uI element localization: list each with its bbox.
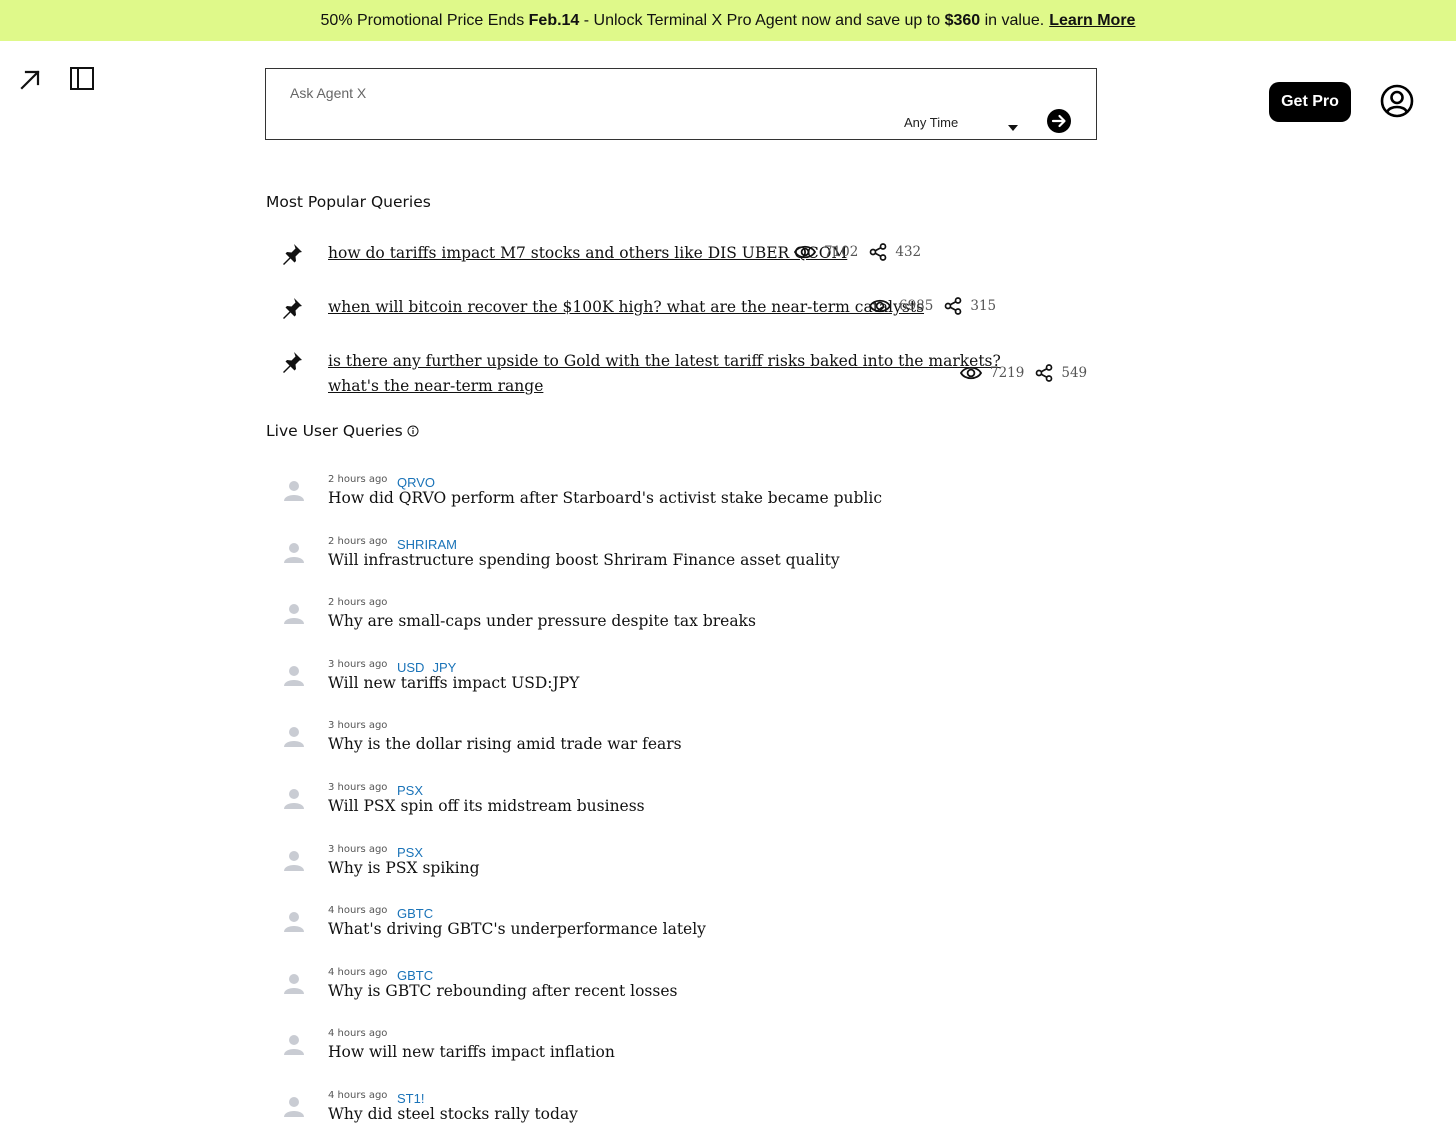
avatar [283, 602, 305, 628]
query-timestamp: 4 hours ago [328, 966, 388, 978]
eye-icon [794, 244, 816, 260]
query-timestamp: 3 hours ago [328, 658, 388, 670]
live-query-text[interactable]: Why did steel stocks rally today [328, 1105, 578, 1123]
query-timestamp: 2 hours ago [328, 474, 388, 485]
ticker-tag[interactable]: GBTC [397, 906, 433, 921]
view-count: 7219 [990, 365, 1025, 381]
ticker-tag[interactable]: PSX [397, 783, 423, 798]
query-timestamp: 4 hours ago [328, 905, 388, 917]
live-query-item[interactable]: 4 hours ago How will new tariffs impact i… [283, 1028, 1083, 1084]
live-query-item[interactable]: 4 hours ago ST1! Why did steel stocks rall… [283, 1090, 1083, 1146]
avatar [283, 725, 305, 751]
avatar [283, 972, 305, 998]
query-stats: 7102 432 [794, 243, 932, 261]
live-query-text[interactable]: Will new tariffs impact USD:JPY [328, 674, 579, 692]
pin-icon [280, 242, 304, 270]
live-section-title: Live User Queries [266, 422, 419, 441]
pin-icon [280, 296, 304, 324]
get-pro-button[interactable]: Get Pro [1269, 82, 1351, 122]
live-query-item[interactable]: 3 hours ago Why is the dollar rising amid… [283, 720, 1083, 776]
popular-query-link[interactable]: when will bitcoin recover the $100K high… [328, 295, 924, 320]
live-query-text[interactable]: How did QRVO perform after Starboard's a… [328, 489, 882, 507]
live-query-text[interactable]: Will PSX spin off its midstream business [328, 797, 645, 815]
avatar [283, 910, 305, 936]
banner-text-3: in value. [980, 11, 1045, 29]
live-query-text[interactable]: Why is the dollar rising amid trade war … [328, 735, 682, 753]
share-icon[interactable] [869, 243, 887, 261]
ticker-tag[interactable]: USD [397, 660, 424, 675]
ticker-tag[interactable]: JPY [432, 660, 456, 675]
popular-query-link[interactable]: is there any further upside to Gold with… [328, 349, 1001, 399]
live-query-text[interactable]: How will new tariffs impact inflation [328, 1043, 615, 1061]
share-icon[interactable] [944, 297, 962, 315]
popular-query-line-1: is there any further upside to Gold with… [328, 352, 1001, 370]
live-query-item[interactable]: 2 hours ago SHRIRAM Will infrastructure sp… [283, 536, 1083, 592]
live-query-item[interactable]: 4 hours ago GBTC Why is GBTC rebounding af… [283, 967, 1083, 1023]
live-query-item[interactable]: 3 hours ago PSX Why is PSX spiking [283, 844, 1083, 900]
avatar [283, 541, 305, 567]
info-icon[interactable] [407, 423, 419, 441]
banner-text-1: 50% Promotional Price Ends [320, 11, 529, 29]
eye-icon [960, 365, 982, 381]
popular-query-link[interactable]: how do tariffs impact M7 stocks and othe… [328, 241, 847, 266]
share-count: 432 [895, 244, 922, 260]
arrow-right-circle-icon [1047, 109, 1071, 133]
pin-icon [280, 350, 304, 378]
view-count: 6985 [899, 298, 934, 314]
live-query-item[interactable]: 2 hours ago QRVO How did QRVO perform afte… [283, 474, 1083, 530]
banner-amount: $360 [944, 11, 981, 29]
promo-banner: 50% Promotional Price Ends Feb.14 - Unlo… [0, 0, 1456, 41]
avatar [283, 787, 305, 813]
ticker-tag[interactable]: PSX [397, 845, 423, 860]
time-filter-select[interactable]: Any Time [904, 111, 1022, 133]
search-box: Any Time [265, 68, 1097, 140]
avatar [283, 849, 305, 875]
live-query-text[interactable]: What's driving GBTC's underperformance l… [328, 920, 706, 938]
live-query-text[interactable]: Will infrastructure spending boost Shrir… [328, 551, 840, 569]
banner-date: Feb.14 [528, 11, 580, 29]
ticker-tag[interactable]: SHRIRAM [397, 537, 457, 552]
query-timestamp: 2 hours ago [328, 535, 388, 547]
query-timestamp: 3 hours ago [328, 782, 388, 793]
avatar [283, 1033, 305, 1059]
popular-section-title: Most Popular Queries [266, 193, 431, 211]
learn-more-link[interactable]: Learn More [1049, 12, 1135, 30]
live-section-label: Live User Queries [266, 422, 403, 440]
avatar [283, 664, 305, 690]
live-query-item[interactable]: 4 hours ago GBTC What's driving GBTC's und… [283, 905, 1083, 961]
query-timestamp: 3 hours ago [328, 843, 388, 855]
query-stats: 7219 549 [960, 364, 1098, 382]
query-timestamp: 4 hours ago [328, 1090, 388, 1101]
query-timestamp: 3 hours ago [328, 720, 388, 732]
ticker-tag[interactable]: GBTC [397, 968, 433, 983]
query-timestamp: 4 hours ago [328, 1028, 388, 1040]
submit-button[interactable] [1047, 109, 1071, 137]
popular-query-line-2: what's the near-term range [328, 377, 544, 395]
avatar [283, 1095, 305, 1121]
query-timestamp: 2 hours ago [328, 597, 388, 609]
sidebar-toggle-icon[interactable] [69, 66, 95, 92]
share-count: 315 [970, 298, 997, 314]
query-stats: 6985 315 [869, 297, 1007, 315]
live-query-item[interactable]: 2 hours ago Why are small-caps under pres… [283, 597, 1083, 653]
ticker-tag[interactable]: QRVO [397, 475, 435, 490]
ticker-tag[interactable]: ST1! [397, 1091, 424, 1106]
banner-text-2: - Unlock Terminal X Pro Agent now and sa… [579, 11, 945, 29]
arrow-up-right-icon[interactable] [18, 68, 42, 92]
search-input[interactable] [288, 81, 852, 105]
share-count: 549 [1061, 365, 1088, 381]
time-filter-label: Any Time [904, 114, 959, 130]
live-query-text[interactable]: Why are small-caps under pressure despit… [328, 612, 756, 630]
live-query-item[interactable]: 3 hours ago USD JPY Will new tariffs impact… [283, 659, 1083, 715]
live-query-item[interactable]: 3 hours ago PSX Will PSX spin off its mids… [283, 782, 1083, 838]
user-circle-icon[interactable] [1380, 84, 1414, 122]
share-icon[interactable] [1035, 364, 1053, 382]
avatar [283, 479, 305, 505]
live-query-text[interactable]: Why is PSX spiking [328, 859, 480, 877]
live-query-text[interactable]: Why is GBTC rebounding after recent loss… [328, 982, 677, 1000]
eye-icon [869, 298, 891, 314]
view-count: 7102 [824, 244, 859, 260]
chevron-down-icon [1008, 119, 1018, 134]
